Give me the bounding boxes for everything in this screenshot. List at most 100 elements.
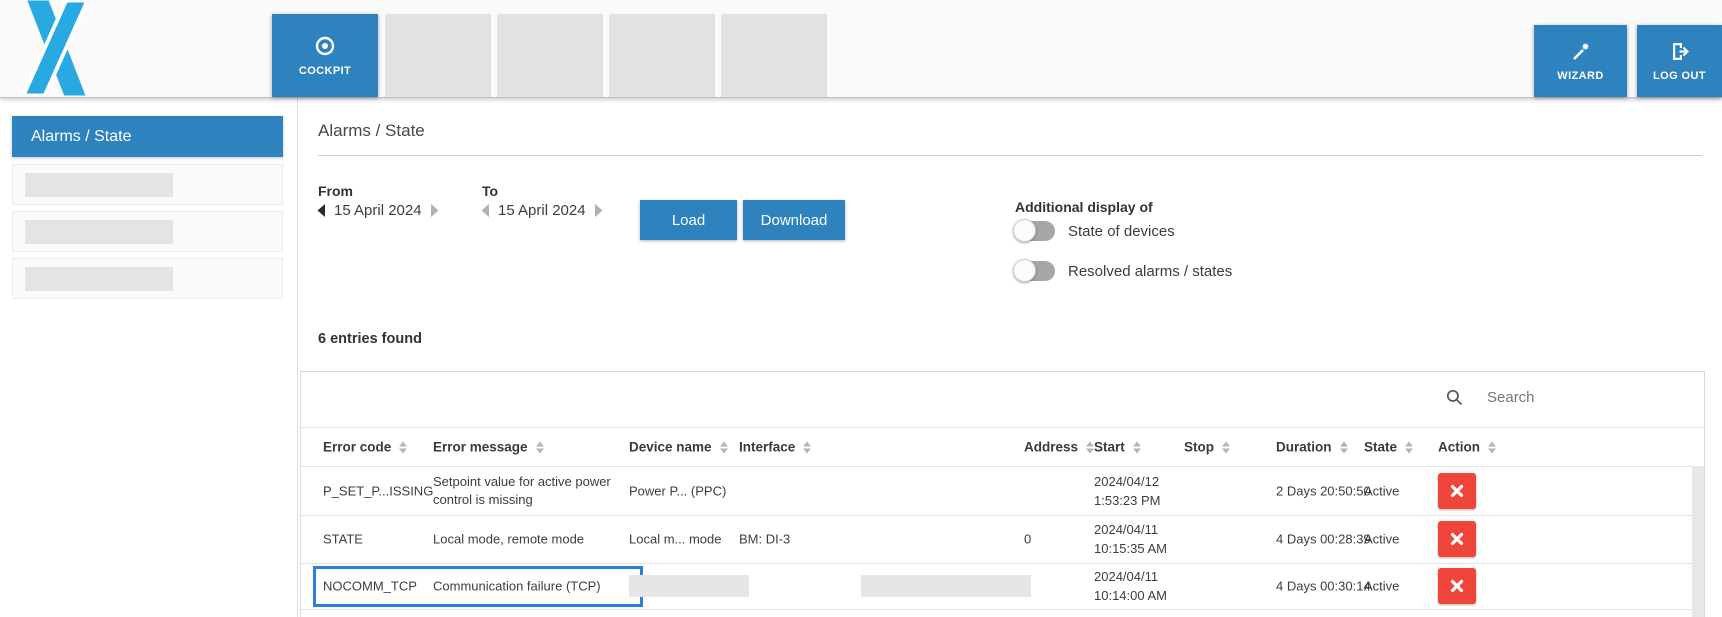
cell-state: Active: [1364, 484, 1399, 499]
sidebar-item-placeholder-1[interactable]: [12, 164, 283, 205]
start-date: 2024/04/11: [1094, 567, 1204, 586]
tab-cockpit[interactable]: COCKPIT: [272, 14, 378, 97]
tab-placeholder-1[interactable]: [385, 14, 491, 97]
dismiss-alarm-button[interactable]: [1438, 568, 1476, 604]
dismiss-alarm-button[interactable]: [1438, 473, 1476, 509]
from-label: From: [318, 183, 353, 199]
toggle-knob: [1013, 219, 1036, 242]
tab-cockpit-label: COCKPIT: [299, 65, 351, 77]
column-header-error-code[interactable]: Error code: [323, 440, 407, 455]
cell-duration: 4 Days 00:28:39: [1276, 532, 1371, 547]
sort-icon: [1405, 441, 1413, 453]
to-prev-day-chevron-icon[interactable]: [480, 204, 489, 217]
logout-button[interactable]: LOG OUT: [1637, 25, 1722, 97]
page-title: Alarms / State: [318, 121, 425, 141]
cell-error-code: NOCOMM_TCP: [323, 579, 417, 594]
sort-icon: [803, 441, 811, 453]
sidebar-item-placeholder-3[interactable]: [12, 258, 283, 299]
to-date-picker: 15 April 2024: [480, 202, 604, 219]
column-header-state[interactable]: State: [1364, 440, 1413, 455]
redacted-text-bar: [25, 173, 173, 197]
redacted-text-bar: [25, 220, 173, 244]
sort-icon: [1222, 441, 1230, 453]
cell-state: Active: [1364, 532, 1399, 547]
cell-address: 0: [1024, 532, 1031, 547]
redacted-interface-bar: [861, 575, 1031, 597]
start-time: 10:14:00 AM: [1094, 586, 1204, 605]
column-header-start[interactable]: Start: [1094, 440, 1141, 455]
close-x-icon: [1450, 484, 1464, 498]
table-search: [1446, 388, 1659, 407]
tab-placeholder-3[interactable]: [609, 14, 715, 97]
cell-error-message: Setpoint value for active power control …: [433, 473, 633, 509]
column-header-interface[interactable]: Interface: [739, 440, 811, 455]
sidebar-header-alarms-state[interactable]: Alarms / State: [12, 116, 283, 157]
sort-icon: [1488, 441, 1496, 453]
sort-icon: [1340, 441, 1348, 453]
x-logo-icon: [8, 0, 100, 96]
column-header-duration[interactable]: Duration: [1276, 440, 1348, 455]
download-button[interactable]: Download: [743, 200, 845, 240]
sidebar: Alarms / State: [0, 97, 298, 617]
sidebar-item-placeholder-2[interactable]: [12, 211, 283, 252]
cell-error-message: Communication failure (TCP): [433, 579, 601, 594]
wizard-button-label: WIZARD: [1557, 70, 1603, 82]
cell-start: 2024/04/11 10:14:00 AM: [1094, 567, 1204, 605]
redacted-text-bar: [25, 267, 173, 291]
dismiss-alarm-button[interactable]: [1438, 521, 1476, 557]
start-date: 2024/04/12: [1094, 472, 1204, 491]
cell-state: Active: [1364, 579, 1399, 594]
cell-device-name: Local m... mode: [629, 532, 722, 547]
toggle-knob: [1013, 259, 1036, 282]
logout-door-icon: [1669, 41, 1690, 62]
tab-placeholder-2[interactable]: [497, 14, 603, 97]
close-x-icon: [1450, 579, 1464, 593]
resolved-alarms-toggle[interactable]: [1015, 261, 1055, 281]
column-header-stop[interactable]: Stop: [1184, 440, 1230, 455]
column-header-address[interactable]: Address: [1024, 440, 1094, 455]
sort-icon: [536, 441, 544, 453]
to-date-value[interactable]: 15 April 2024: [498, 202, 586, 219]
entries-found-text: 6 entries found: [318, 331, 422, 347]
cell-error-message: Local mode, remote mode: [433, 532, 584, 547]
start-time: 1:53:23 PM: [1094, 491, 1204, 510]
wizard-button[interactable]: WIZARD: [1534, 25, 1627, 97]
table-scrollbar[interactable]: [1692, 466, 1704, 617]
to-label: To: [482, 183, 498, 199]
title-divider: [318, 155, 1702, 156]
tab-placeholder-4[interactable]: [721, 14, 827, 97]
sort-icon: [399, 441, 407, 453]
magic-wand-icon: [1570, 41, 1591, 62]
cell-error-code: P_SET_P...ISSING: [323, 484, 433, 499]
table-row: P_SET_P...ISSING Setpoint value for acti…: [301, 467, 1704, 516]
column-header-action[interactable]: Action: [1438, 440, 1496, 455]
column-header-error-message[interactable]: Error message: [433, 440, 544, 455]
app-window: COCKPIT WIZARD LOG OUT: [0, 0, 1722, 617]
sort-icon: [720, 441, 728, 453]
from-date-picker: 15 April 2024: [316, 202, 440, 219]
cell-start: 2024/04/11 10:15:35 AM: [1094, 520, 1204, 558]
from-prev-day-chevron-icon[interactable]: [316, 204, 325, 217]
from-next-day-chevron-icon[interactable]: [431, 204, 440, 217]
additional-display-label: Additional display of: [1015, 199, 1153, 215]
sort-icon: [1133, 441, 1141, 453]
cell-duration: 2 Days 20:50:50: [1276, 484, 1371, 499]
column-header-device-name[interactable]: Device name: [629, 440, 728, 455]
from-date-value[interactable]: 15 April 2024: [334, 202, 422, 219]
table-row-highlighted: NOCOMM_TCP Communication failure (TCP) 2…: [301, 563, 1704, 610]
start-date: 2024/04/11: [1094, 520, 1204, 539]
state-of-devices-toggle[interactable]: [1015, 221, 1055, 241]
brand-x-logo: [8, 0, 100, 96]
logout-button-label: LOG OUT: [1653, 70, 1706, 82]
resolved-alarms-label: Resolved alarms / states: [1068, 263, 1232, 280]
load-button[interactable]: Load: [640, 200, 737, 240]
search-input[interactable]: [1485, 388, 1659, 407]
table-row: STATE Local mode, remote mode Local m...…: [301, 515, 1704, 564]
top-navigation-bar: COCKPIT WIZARD LOG OUT: [0, 0, 1722, 98]
alarms-table-card: Error code Error message Device name Int…: [300, 371, 1705, 617]
state-of-devices-label: State of devices: [1068, 223, 1175, 240]
search-icon[interactable]: [1446, 389, 1463, 406]
sort-icon: [1086, 441, 1094, 453]
to-next-day-chevron-icon[interactable]: [595, 204, 604, 217]
cell-start: 2024/04/12 1:53:23 PM: [1094, 472, 1204, 510]
